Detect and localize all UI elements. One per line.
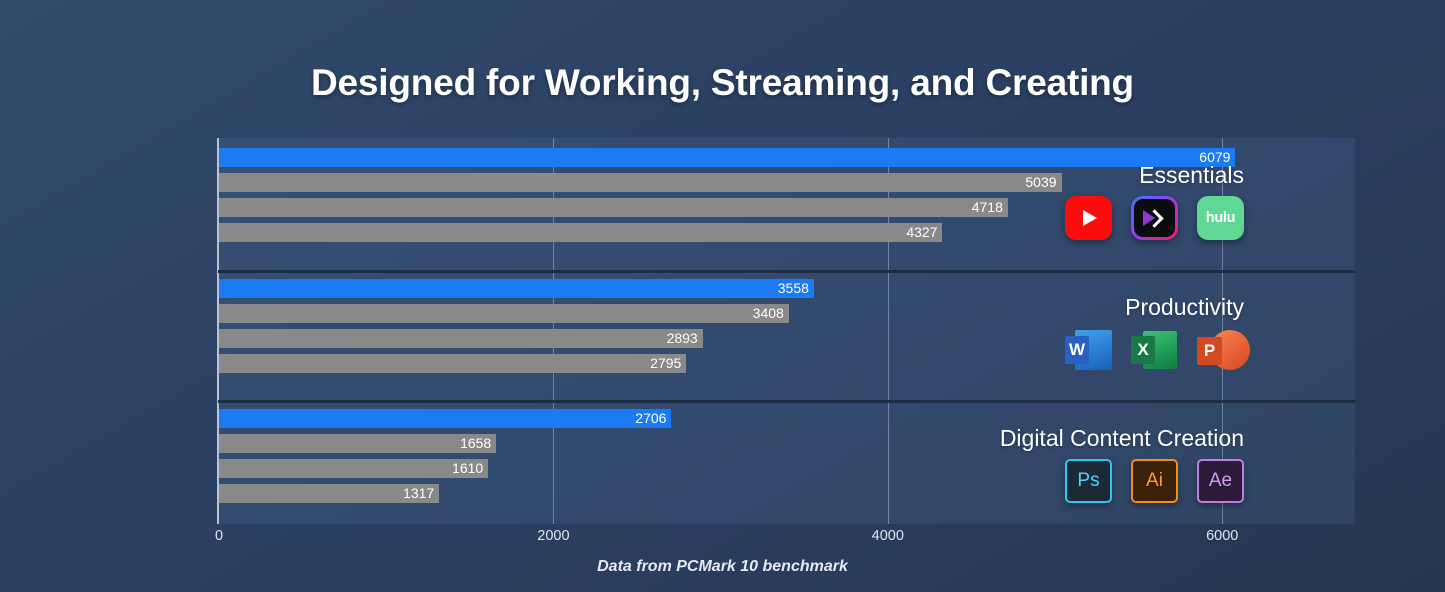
legend-app-icons: Ps Ai Ae	[1065, 459, 1244, 503]
bar-value-label: 1317	[403, 485, 435, 501]
bar-value-label: 2795	[650, 355, 682, 371]
bar: 2795	[219, 354, 687, 373]
bar: 1658	[219, 434, 497, 453]
after-effects-icon[interactable]: Ae	[1197, 459, 1244, 503]
bar: 2706	[219, 409, 672, 428]
hulu-wordmark: hulu	[1205, 210, 1236, 226]
excel-letter: X	[1131, 336, 1155, 364]
x-tick-6000: 6000	[1206, 528, 1239, 544]
bar: 4718	[219, 198, 1008, 217]
play-chevron-icon	[1134, 199, 1175, 237]
powerpoint-letter: P	[1197, 337, 1222, 365]
bar: 1317	[219, 484, 440, 503]
word-letter: W	[1065, 336, 1089, 364]
hulu-icon[interactable]: hulu	[1197, 196, 1244, 240]
bar: 3408	[219, 304, 789, 323]
page-title: Designed for Working, Streaming, and Cre…	[311, 62, 1134, 103]
gridline-4000	[887, 138, 889, 524]
legend-group-title: Productivity	[1125, 294, 1244, 320]
group-separator	[218, 270, 1355, 273]
bar: 2893	[219, 329, 703, 348]
word-icon[interactable]: W	[1065, 328, 1112, 372]
play-triangle-icon	[1083, 210, 1097, 226]
source-note: Data from PCMark 10 benchmark	[597, 558, 848, 575]
bar: 3558	[219, 279, 814, 298]
bar-value-label: 5039	[1025, 174, 1057, 190]
youtube-icon[interactable]	[1065, 196, 1112, 240]
bar-value-label: 1610	[452, 460, 484, 476]
youtube-premium-icon[interactable]	[1131, 196, 1178, 240]
bar-value-label: 2893	[666, 330, 698, 346]
bar-value-label: 3558	[777, 280, 809, 296]
bar-value-label: 1658	[460, 435, 492, 451]
powerpoint-icon[interactable]: P	[1197, 328, 1250, 372]
legend-group-title: Digital Content Creation	[999, 425, 1244, 451]
excel-icon[interactable]: X	[1131, 328, 1178, 372]
photoshop-icon[interactable]: Ps	[1065, 459, 1112, 503]
legend-app-icons: hulu	[1065, 196, 1244, 240]
bar-value-label: 4718	[971, 199, 1003, 215]
bar: 1610	[219, 459, 489, 478]
x-tick-0: 0	[214, 528, 224, 544]
legend-group-title: Essentials	[1139, 162, 1244, 188]
bar: 6079	[219, 148, 1236, 167]
bar-value-label: 4327	[906, 224, 938, 240]
bar: 5039	[219, 173, 1062, 192]
group-separator	[218, 400, 1355, 403]
bar-value-label: 3408	[752, 305, 784, 321]
x-tick-2000: 2000	[537, 528, 570, 544]
x-tick-4000: 4000	[871, 528, 904, 544]
legend-app-icons: WXP	[1065, 328, 1250, 372]
illustrator-icon[interactable]: Ai	[1131, 459, 1178, 503]
bar: 4327	[219, 223, 943, 242]
bar-value-label: 2706	[635, 410, 667, 426]
